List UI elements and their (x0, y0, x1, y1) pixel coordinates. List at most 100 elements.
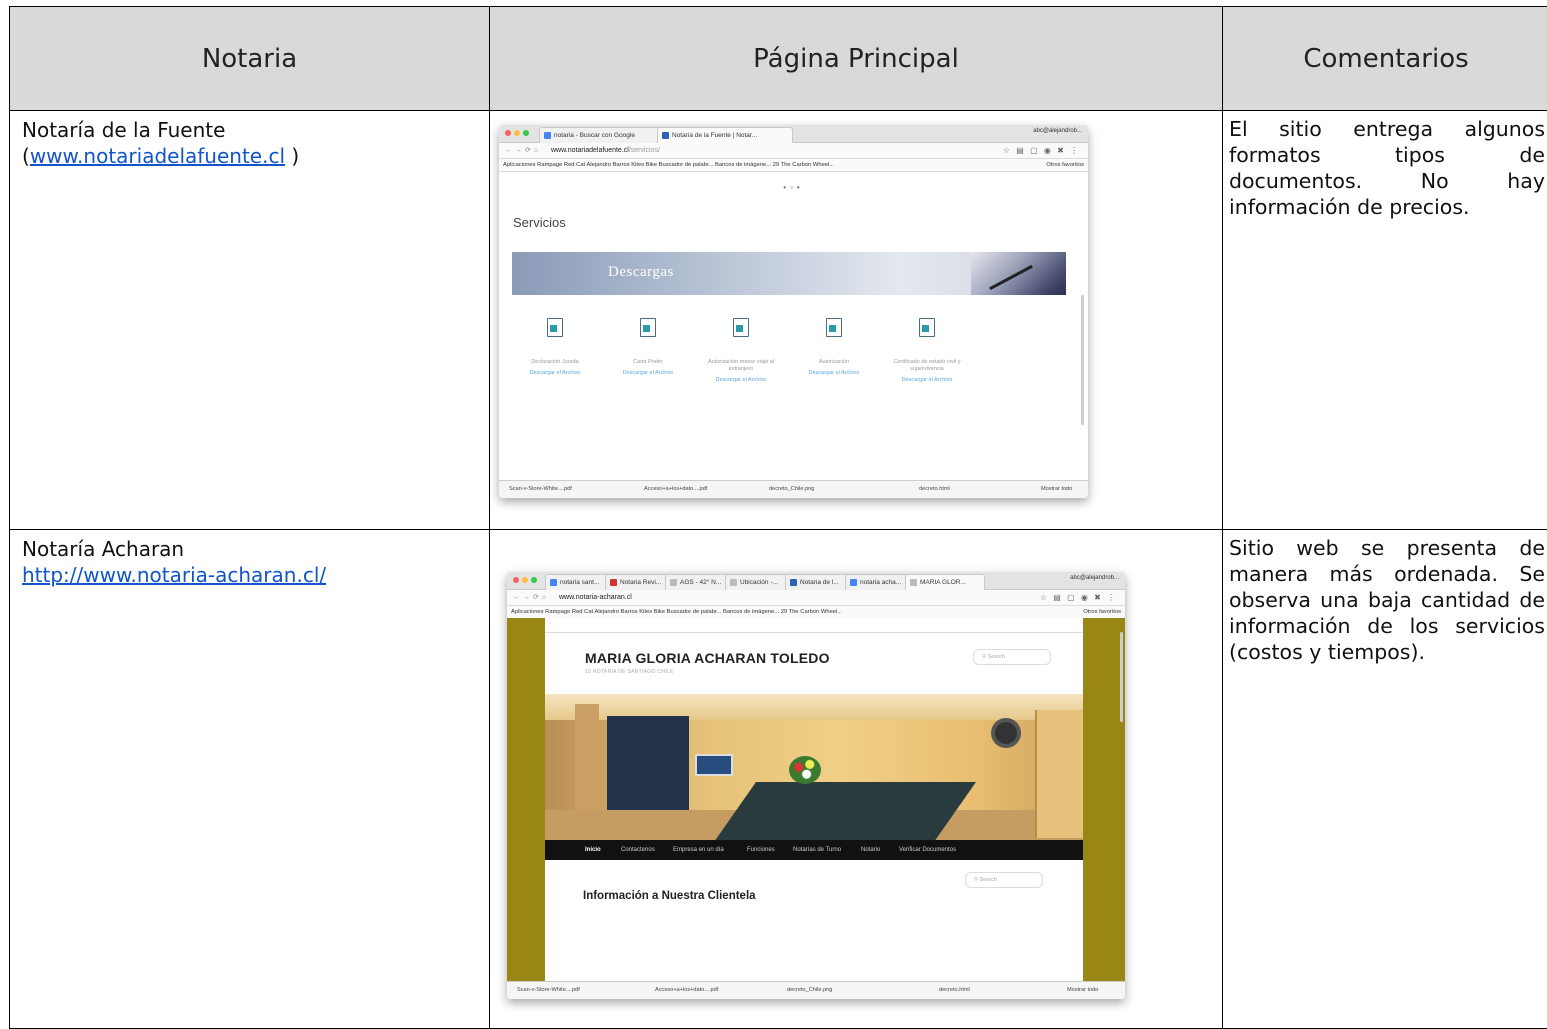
menu-item: Inicio (585, 840, 601, 860)
close-dot-icon (505, 130, 511, 136)
document-name: Autorización menor viaje al extranjero (696, 359, 786, 373)
document-name: Carta Poder (603, 359, 693, 366)
document-icon (547, 318, 563, 337)
paren-open: ( (22, 144, 30, 168)
minimize-dot-icon (522, 577, 528, 583)
notaria-link[interactable]: www.notariadelafuente.cl (30, 144, 285, 168)
extension-icons: ☆ ▤ ▢ ◉ ✖ ⋮ (1040, 590, 1117, 605)
document-item: Autorización Descargar el Archivo (789, 318, 879, 377)
table-row: Notaría de la Fuente (www.notariadelafue… (10, 111, 1547, 530)
download-file: Acceso+a+los+dato....pdf (644, 481, 707, 498)
notaria-link[interactable]: http://www.notaria-acharan.cl/ (22, 563, 326, 587)
section-title: Información a Nuestra Clientela (583, 890, 756, 902)
document-name: Autorización (789, 359, 879, 366)
section-title: Servicios (513, 215, 566, 230)
google-icon (544, 132, 551, 139)
menu-item: Empresa en un día (673, 840, 724, 860)
page-background: MARIA GLORIA ACHARAN TOLEDO 15 NOTARIA D… (507, 618, 1125, 982)
url-bar: ←→⟳⌂ www.notariadelafuente.cl/servicios/… (499, 143, 1088, 159)
office-photo (545, 694, 1083, 840)
banner-title: Descargas (608, 264, 674, 281)
download-link: Descargar el Archivo (789, 370, 879, 377)
comparison-table: Notaria Página Principal Comentarios Not… (9, 6, 1547, 1029)
download-file: decreto.html (919, 481, 950, 498)
menu-item: Notarías de Turno (793, 840, 841, 860)
table-row: Notaría Acharan http://www.notaria-achar… (10, 530, 1547, 1029)
site-content: MARIA GLORIA ACHARAN TOLEDO 15 NOTARIA D… (545, 618, 1083, 982)
browser-tab: Notaria de la Fuente | Notar... (657, 127, 793, 143)
document-item: Declaración Jurada Descargar el Archivo (510, 318, 600, 377)
scrollbar (1081, 295, 1084, 425)
comment-cell: El sitio entrega algunos formatos tipos … (1223, 111, 1547, 530)
bookmarks-bar: Aplicaciones Rampage Red Cat Alejandro B… (499, 159, 1088, 172)
browser-screenshot: notaria - Buscar con Google Notaria de l… (499, 125, 1088, 498)
menu-item: Funciones (747, 840, 775, 860)
document-icon (826, 318, 842, 337)
scrollbar (1120, 632, 1123, 722)
document-item: Certificado de estado civil y superviven… (882, 318, 972, 384)
other-bookmarks: Otros favoritos (1046, 159, 1084, 171)
downloads-bar: Scan-v-Store-White....pdf Acceso+a+los+d… (507, 981, 1125, 999)
download-file: Acceso+a+los+dato....pdf (655, 982, 718, 999)
tab-bar: notaria - Buscar con Google Notaria de l… (499, 125, 1088, 143)
url-text: www.notaria-acharan.cl (559, 590, 632, 605)
tab-bar: notaria sant... Notaria Revi... AGS - 42… (507, 572, 1125, 590)
download-file: Scan-v-Store-White....pdf (517, 982, 580, 999)
user-label: abc@alejandrob... (1070, 575, 1119, 581)
close-dot-icon (513, 577, 519, 583)
document-item: Carta Poder Descargar el Archivo (603, 318, 693, 377)
site-subtitle: 15 NOTARIA DE SANTIAGO CHILE (585, 669, 674, 675)
downloads-bar: Scan-v-Store-White....pdf Acceso+a+los+d… (499, 480, 1088, 498)
download-file: decreto_Chile.png (787, 982, 832, 999)
notaria-cell: Notaría Acharan http://www.notaria-achar… (10, 530, 490, 1029)
carousel-dots: •◦• (499, 183, 1088, 192)
search-input: ⚲ Search (965, 872, 1043, 888)
url-bar: ←→⟳⌂ www.notaria-acharan.cl ☆ ▤ ▢ ◉ ✖ ⋮ (507, 590, 1125, 606)
download-file: decreto.html (939, 982, 970, 999)
site-menu: Inicio Contactenos Empresa en un día Fun… (545, 840, 1083, 860)
header-notaria: Notaria (10, 7, 490, 111)
show-all-button: Mostrar todo (1041, 481, 1072, 498)
site-header: MARIA GLORIA ACHARAN TOLEDO 15 NOTARIA D… (545, 632, 1083, 688)
search-input: ⚲ Search (973, 649, 1051, 665)
minimize-dot-icon (514, 130, 520, 136)
nav-arrows-icon: ←→⟳⌂ (505, 143, 541, 158)
document-item: Autorización menor viaje al extranjero De… (696, 318, 786, 384)
url-text: www.notariadelafuente.cl/servicios/ (551, 143, 660, 158)
menu-item: Verificar Documentos (899, 840, 956, 860)
pen-image (971, 252, 1066, 295)
header-comentarios: Comentarios (1223, 7, 1547, 111)
document-name: Declaración Jurada (510, 359, 600, 366)
other-bookmarks: Otros favoritos (1083, 606, 1121, 618)
maximize-dot-icon (531, 577, 537, 583)
downloads-banner: Descargas (512, 252, 1066, 295)
download-file: Scan-v-Store-White....pdf (509, 481, 572, 498)
user-label: abc@alejandrob... (1033, 128, 1082, 134)
screenshot-cell: notaria - Buscar con Google Notaria de l… (490, 111, 1223, 530)
comment-cell: Sitio web se presenta de manera más orde… (1223, 530, 1547, 1029)
nav-arrows-icon: ←→⟳⌂ (513, 590, 549, 605)
document-icon (733, 318, 749, 337)
notaria-name: Notaría Acharan (22, 536, 477, 562)
browser-tab: notaria - Buscar con Google (539, 127, 670, 143)
download-link: Descargar el Archivo (603, 370, 693, 377)
notaria-name: Notaría de la Fuente (22, 117, 477, 143)
screenshot-cell: notaria sant... Notaria Revi... AGS - 42… (490, 530, 1223, 1029)
menu-item: Notario (861, 840, 880, 860)
download-link: Descargar el Archivo (510, 370, 600, 377)
download-file: decreto_Chile.png (769, 481, 814, 498)
download-link: Descargar el Archivo (696, 377, 786, 384)
notaria-cell: Notaría de la Fuente (www.notariadelafue… (10, 111, 490, 530)
browser-screenshot: notaria sant... Notaria Revi... AGS - 42… (507, 572, 1125, 999)
site-title: MARIA GLORIA ACHARAN TOLEDO (585, 650, 830, 666)
browser-tab: MARIA GLOR... (905, 574, 985, 590)
header-row: Notaria Página Principal Comentarios (10, 7, 1547, 111)
extension-icons: ☆ ▤ ▢ ◉ ✖ ⋮ (1003, 143, 1080, 158)
download-link: Descargar el Archivo (882, 377, 972, 384)
document-icon (640, 318, 656, 337)
document-name: Certificado de estado civil y superviven… (882, 359, 972, 373)
show-all-button: Mostrar todo (1067, 982, 1098, 999)
header-pagina-principal: Página Principal (490, 7, 1223, 111)
document-icon (919, 318, 935, 337)
paren-close: ) (285, 144, 299, 168)
